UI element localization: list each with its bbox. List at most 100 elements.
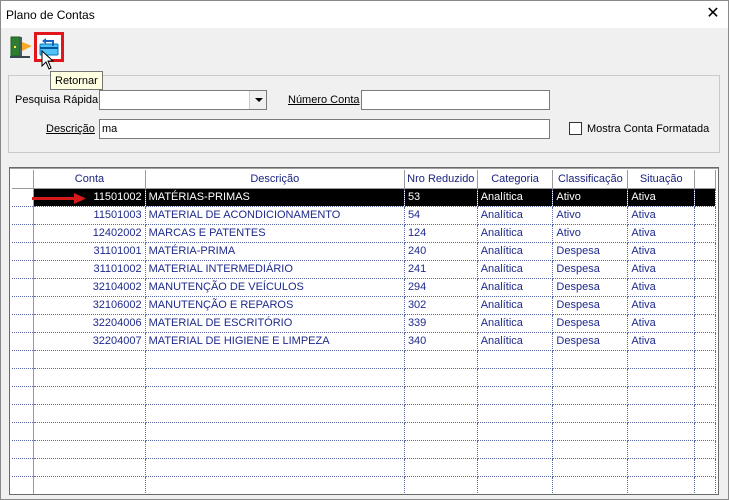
filler-header bbox=[694, 170, 716, 189]
classificacao-cell[interactable]: Despesa bbox=[552, 278, 629, 297]
descricao-cell[interactable]: MATERIAL DE HIGIENE E LIMPEZA bbox=[145, 332, 405, 351]
descricao-cell[interactable]: MATERIAL INTERMEDIÁRIO bbox=[145, 260, 405, 279]
categoria-cell[interactable]: Analítica bbox=[477, 260, 554, 279]
empty-cell bbox=[477, 350, 554, 369]
table-row[interactable]: 32106002 MANUTENÇÃO E REPAROS 302 Analítica… bbox=[12, 296, 716, 315]
account-number-input[interactable] bbox=[361, 90, 550, 110]
description-input[interactable]: ma bbox=[99, 119, 550, 139]
empty-cell bbox=[694, 404, 716, 423]
column-header-conta[interactable]: Conta bbox=[33, 170, 146, 189]
categoria-cell[interactable]: Analítica bbox=[477, 242, 554, 261]
categoria-cell[interactable]: Analítica bbox=[477, 314, 554, 333]
classificacao-cell[interactable]: Ativo bbox=[552, 188, 629, 207]
nro-reduzido-cell[interactable]: 124 bbox=[404, 224, 478, 243]
close-button[interactable]: ✕ bbox=[702, 4, 724, 24]
categoria-cell[interactable]: Analítica bbox=[477, 278, 554, 297]
table-row[interactable]: 11501003 MATERIAL DE ACONDICIONAMENTO 54 An… bbox=[12, 206, 716, 225]
nro-reduzido-cell[interactable]: 54 bbox=[404, 206, 478, 225]
empty-cell bbox=[552, 422, 629, 441]
conta-cell[interactable]: 32204006 bbox=[33, 314, 146, 333]
filler-cell bbox=[694, 332, 716, 351]
empty-cell bbox=[627, 350, 696, 369]
conta-cell[interactable]: 32204007 bbox=[33, 332, 146, 351]
conta-cell[interactable]: 12402002 bbox=[33, 224, 146, 243]
column-header-descricao[interactable]: Descrição bbox=[145, 170, 405, 189]
chevron-down-icon[interactable] bbox=[249, 91, 266, 109]
situacao-cell[interactable]: Ativa bbox=[627, 242, 696, 261]
empty-cell bbox=[404, 368, 478, 387]
nro-reduzido-cell[interactable]: 53 bbox=[404, 188, 478, 207]
empty-cell bbox=[627, 368, 696, 387]
table-row[interactable]: 32204007 MATERIAL DE HIGIENE E LIMPEZA 340… bbox=[12, 332, 716, 351]
descricao-cell[interactable]: MARCAS E PATENTES bbox=[145, 224, 405, 243]
descricao-cell[interactable]: MANUTENÇÃO DE VEÍCULOS bbox=[145, 278, 405, 297]
empty-cell bbox=[145, 404, 405, 423]
column-header-classificacao[interactable]: Classificação bbox=[552, 170, 629, 189]
classificacao-cell[interactable]: Despesa bbox=[552, 296, 629, 315]
filler-cell bbox=[694, 260, 716, 279]
empty-cell bbox=[694, 476, 716, 494]
empty-cell bbox=[627, 458, 696, 477]
exit-button[interactable] bbox=[8, 34, 34, 60]
categoria-cell[interactable]: Analítica bbox=[477, 188, 554, 207]
conta-cell[interactable]: 31101001 bbox=[33, 242, 146, 261]
column-header-nro-reduzido[interactable]: Nro Reduzido bbox=[404, 170, 478, 189]
nro-reduzido-cell[interactable]: 241 bbox=[404, 260, 478, 279]
empty-row bbox=[12, 422, 716, 441]
classificacao-cell[interactable]: Despesa bbox=[552, 242, 629, 261]
nro-reduzido-cell[interactable]: 340 bbox=[404, 332, 478, 351]
search-groupbox: Pesquisa Rápida Número Conta Descrição m… bbox=[8, 75, 720, 153]
table-row[interactable]: 12402002 MARCAS E PATENTES 124 Analítica Ati… bbox=[12, 224, 716, 243]
empty-cell bbox=[33, 350, 146, 369]
empty-cell bbox=[33, 404, 146, 423]
accounts-grid[interactable]: Conta Descrição Nro Reduzido Categoria C… bbox=[9, 167, 719, 495]
filler-cell bbox=[694, 278, 716, 297]
column-header-categoria[interactable]: Categoria bbox=[477, 170, 554, 189]
empty-cell bbox=[145, 368, 405, 387]
table-row[interactable]: 31101001 MATÉRIA-PRIMA 240 Analítica Despesa… bbox=[12, 242, 716, 261]
table-row[interactable]: 32204006 MATERIAL DE ESCRITÓRIO 339 Analíti… bbox=[12, 314, 716, 333]
categoria-cell[interactable]: Analítica bbox=[477, 296, 554, 315]
nro-reduzido-cell[interactable]: 294 bbox=[404, 278, 478, 297]
situacao-cell[interactable]: Ativa bbox=[627, 224, 696, 243]
descricao-cell[interactable]: MATÉRIA-PRIMA bbox=[145, 242, 405, 261]
classificacao-cell[interactable]: Despesa bbox=[552, 314, 629, 333]
conta-cell[interactable]: 31101002 bbox=[33, 260, 146, 279]
table-row[interactable]: 32104002 MANUTENÇÃO DE VEÍCULOS 294 Analíti… bbox=[12, 278, 716, 297]
situacao-cell[interactable]: Ativa bbox=[627, 278, 696, 297]
formatted-account-checkbox[interactable] bbox=[569, 122, 582, 135]
conta-cell[interactable]: 11501003 bbox=[33, 206, 146, 225]
descricao-cell[interactable]: MATÉRIAS-PRIMAS bbox=[145, 188, 405, 207]
formatted-account-label: Mostra Conta Formatada bbox=[587, 123, 710, 135]
situacao-cell[interactable]: Ativa bbox=[627, 296, 696, 315]
classificacao-cell[interactable]: Despesa bbox=[552, 260, 629, 279]
descricao-cell[interactable]: MATERIAL DE ESCRITÓRIO bbox=[145, 314, 405, 333]
situacao-cell[interactable]: Ativa bbox=[627, 206, 696, 225]
categoria-cell[interactable]: Analítica bbox=[477, 224, 554, 243]
nro-reduzido-cell[interactable]: 339 bbox=[404, 314, 478, 333]
nro-reduzido-cell[interactable]: 302 bbox=[404, 296, 478, 315]
situacao-cell[interactable]: Ativa bbox=[627, 332, 696, 351]
situacao-cell[interactable]: Ativa bbox=[627, 314, 696, 333]
empty-cell bbox=[477, 386, 554, 405]
empty-cell bbox=[552, 440, 629, 459]
classificacao-cell[interactable]: Ativo bbox=[552, 224, 629, 243]
classificacao-cell[interactable]: Ativo bbox=[552, 206, 629, 225]
conta-cell[interactable]: 32104002 bbox=[33, 278, 146, 297]
descricao-cell[interactable]: MANUTENÇÃO E REPAROS bbox=[145, 296, 405, 315]
situacao-cell[interactable]: Ativa bbox=[627, 188, 696, 207]
categoria-cell[interactable]: Analítica bbox=[477, 332, 554, 351]
empty-cell bbox=[12, 440, 35, 459]
descricao-cell[interactable]: MATERIAL DE ACONDICIONAMENTO bbox=[145, 206, 405, 225]
table-row[interactable]: 31101002 MATERIAL INTERMEDIÁRIO 241 Analíti… bbox=[12, 260, 716, 279]
quick-search-combo[interactable] bbox=[99, 90, 267, 110]
grid-body: 11501002 MATÉRIAS-PRIMAS 53 Analítica Ativo A… bbox=[12, 188, 716, 494]
situacao-cell[interactable]: Ativa bbox=[627, 260, 696, 279]
nro-reduzido-cell[interactable]: 240 bbox=[404, 242, 478, 261]
classificacao-cell[interactable]: Despesa bbox=[552, 332, 629, 351]
description-label-text: Descrição bbox=[46, 123, 95, 135]
column-header-situacao[interactable]: Situação bbox=[627, 170, 696, 189]
table-row[interactable]: 11501002 MATÉRIAS-PRIMAS 53 Analítica Ativo A… bbox=[12, 188, 716, 207]
categoria-cell[interactable]: Analítica bbox=[477, 206, 554, 225]
conta-cell[interactable]: 32106002 bbox=[33, 296, 146, 315]
